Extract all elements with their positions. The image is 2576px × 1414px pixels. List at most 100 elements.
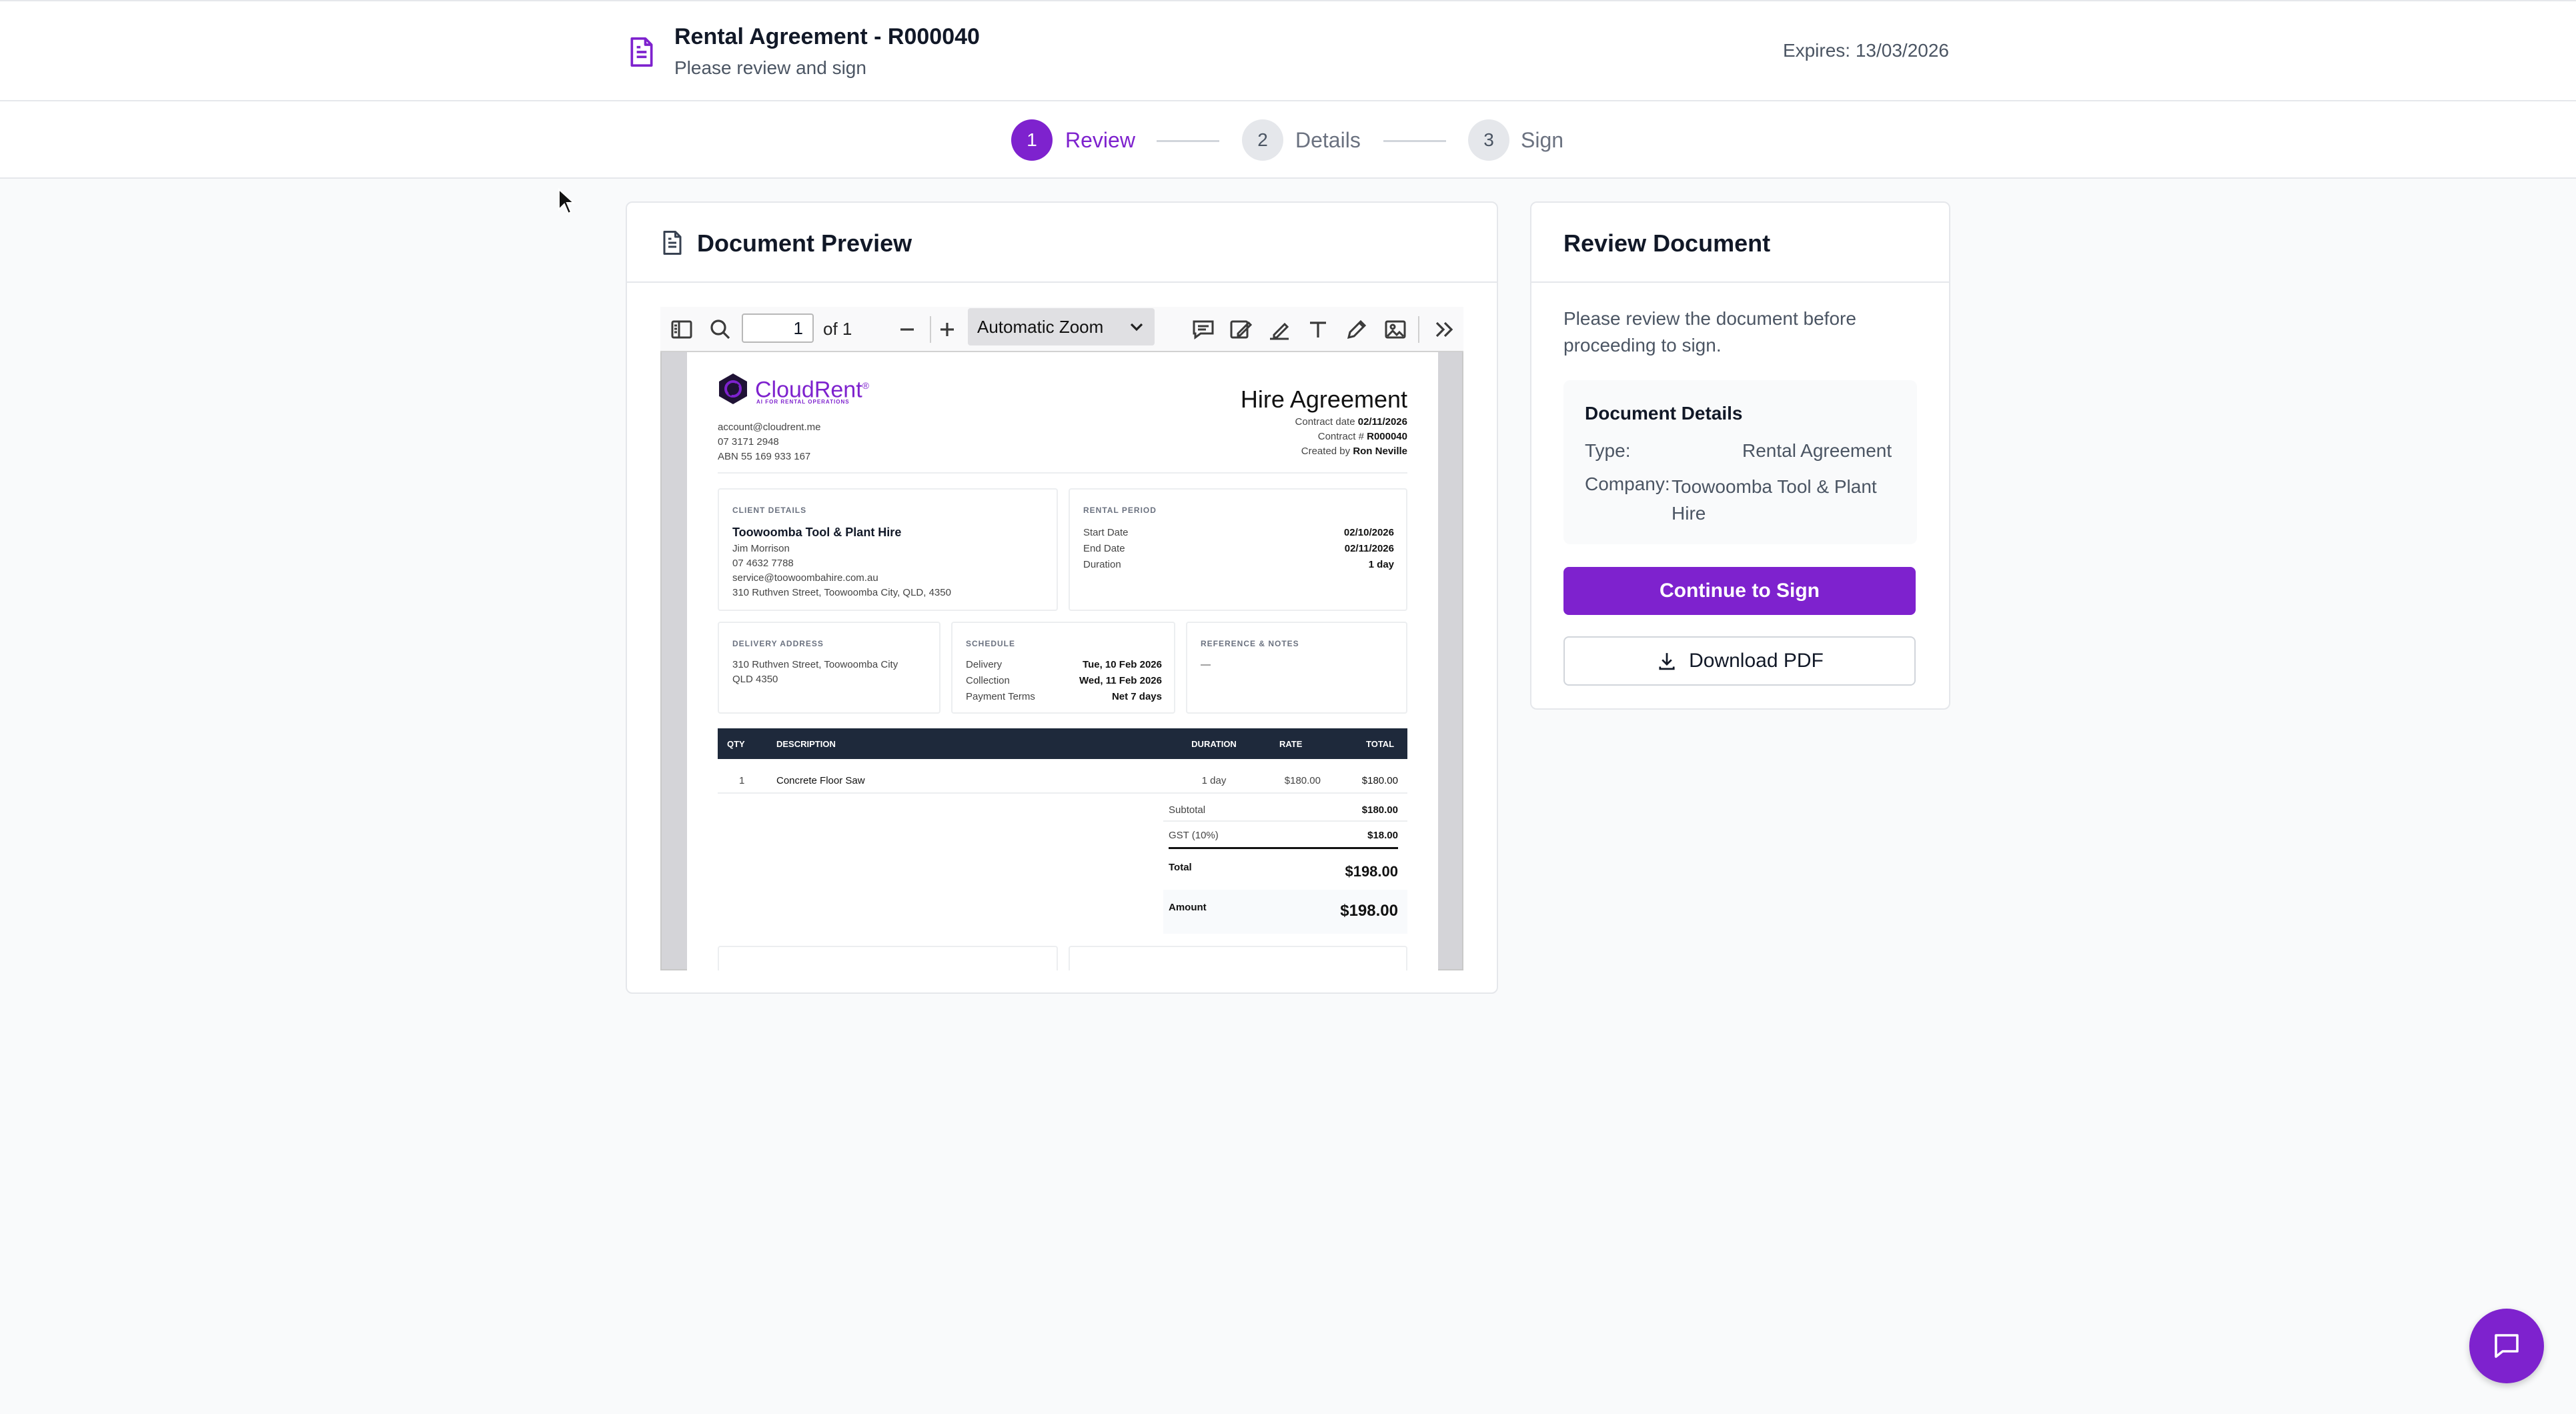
company-value: Toowoomba Tool & Plant Hire	[1672, 476, 1877, 524]
end-date-label: End Date	[1083, 543, 1125, 554]
signature-box	[718, 946, 1058, 970]
total: $198.00	[1345, 863, 1398, 880]
step-2-circle: 2	[1242, 119, 1283, 161]
draw-icon[interactable]	[1343, 316, 1370, 343]
duration: 1 day	[1368, 559, 1394, 570]
document-icon	[660, 229, 684, 256]
amount-label: Amount	[1169, 902, 1207, 913]
expiry-date: Expires: 13/03/2026	[1782, 40, 1949, 61]
delivery-address-line1: 310 Ruthven Street, Toowoomba City	[732, 659, 898, 670]
divider	[1169, 847, 1398, 849]
stepper	[0, 101, 2576, 179]
image-icon[interactable]	[1382, 316, 1409, 343]
col-qty: QTY	[727, 739, 745, 749]
delivery-address-label: DELIVERY ADDRESS	[732, 639, 824, 648]
mouse-cursor-icon	[558, 188, 575, 215]
delivery-address-line2: QLD 4350	[732, 674, 778, 685]
row-description: Concrete Floor Saw	[776, 775, 865, 786]
signature-box	[1069, 946, 1407, 970]
row-rate: $180.00	[1284, 775, 1321, 786]
payment-terms: Net 7 days	[1111, 691, 1162, 702]
step-1-circle: 1	[1011, 119, 1053, 161]
gst-label: GST (10%)	[1169, 830, 1219, 841]
download-pdf-button[interactable]: Download PDF	[1563, 636, 1916, 686]
cloudrent-logo-icon	[716, 372, 750, 406]
page-title: Rental Agreement - R000040	[674, 24, 980, 49]
gst: $18.00	[1367, 830, 1398, 841]
brand-name: CloudRent®	[755, 377, 869, 403]
step-1-label: Review	[1065, 128, 1135, 152]
divider	[718, 792, 1407, 794]
reference-notes-box	[1186, 622, 1407, 714]
app-header	[0, 0, 2576, 101]
step-connector	[1157, 140, 1219, 142]
page-count: of 1	[823, 319, 852, 339]
review-document-title: Review Document	[1563, 229, 1771, 257]
contract-date: Contract date 02/11/2026	[1295, 416, 1407, 428]
company-label: Company:	[1585, 474, 1670, 494]
duration-label: Duration	[1083, 559, 1121, 570]
row-total: $180.00	[1361, 775, 1398, 786]
col-total: TOTAL	[1366, 739, 1395, 749]
client-contact: Jim Morrison	[732, 543, 790, 554]
toolbar-divider	[930, 316, 931, 343]
zoom-select[interactable]: Automatic Zoom	[968, 308, 1155, 345]
row-duration: 1 day	[1201, 775, 1227, 786]
page-number-input[interactable]: 1	[742, 313, 814, 343]
document-icon	[627, 36, 656, 68]
payment-terms-label: Payment Terms	[966, 691, 1035, 702]
zoom-in-icon[interactable]	[934, 316, 960, 343]
subtotal: $180.00	[1361, 804, 1398, 816]
divider	[1163, 820, 1407, 822]
toolbar-divider	[1418, 316, 1419, 343]
double-chevron-right-icon[interactable]	[1430, 316, 1457, 343]
type-value: Rental Agreement	[1742, 440, 1892, 461]
chevron-down-icon	[1129, 320, 1145, 333]
contract-number: Contract # R000040	[1317, 431, 1407, 442]
signature-icon[interactable]	[1227, 316, 1254, 343]
start-date-label: Start Date	[1083, 527, 1129, 538]
total-label: Total	[1169, 862, 1192, 873]
text-icon[interactable]	[1305, 316, 1331, 343]
schedule-delivery-label: Delivery	[966, 659, 1003, 670]
client-name: Toowoomba Tool & Plant Hire	[732, 526, 902, 539]
company-email: account@cloudrent.me	[718, 422, 821, 433]
doc-heading: Hire Agreement	[1240, 386, 1407, 413]
step-3-circle: 3	[1468, 119, 1509, 161]
comment-icon[interactable]	[1190, 316, 1217, 343]
subtotal-label: Subtotal	[1169, 804, 1206, 816]
schedule-delivery: Tue, 10 Feb 2026	[1083, 659, 1162, 670]
schedule-label: SCHEDULE	[966, 639, 1016, 648]
document-details-title: Document Details	[1585, 403, 1743, 424]
start-date: 02/10/2026	[1343, 527, 1394, 538]
client-details-label: CLIENT DETAILS	[732, 506, 807, 515]
download-icon	[1656, 650, 1678, 672]
col-description: DESCRIPTION	[776, 739, 836, 749]
reference-notes-label: REFERENCE & NOTES	[1201, 639, 1299, 648]
continue-to-sign-button[interactable]: Continue to Sign	[1563, 567, 1916, 615]
chat-icon	[2491, 1330, 2523, 1362]
company-phone: 07 3171 2948	[718, 436, 779, 448]
client-phone: 07 4632 7788	[732, 558, 794, 569]
chat-button[interactable]	[2469, 1309, 2544, 1383]
client-address: 310 Ruthven Street, Toowoomba City, QLD,…	[732, 587, 951, 598]
created-by: Created by Ron Neville	[1301, 446, 1407, 457]
schedule-collection: Wed, 11 Feb 2026	[1079, 675, 1162, 686]
end-date: 02/11/2026	[1344, 543, 1394, 554]
download-pdf-label: Download PDF	[1689, 650, 1824, 672]
schedule-collection-label: Collection	[966, 675, 1010, 686]
type-label: Type:	[1585, 440, 1631, 461]
search-icon[interactable]	[707, 316, 734, 343]
client-email: service@toowoombahire.com.au	[732, 572, 878, 584]
page-subtitle: Please review and sign	[674, 57, 866, 78]
row-qty: 1	[739, 775, 745, 786]
zoom-out-icon[interactable]	[894, 316, 920, 343]
sidebar-toggle-icon[interactable]	[668, 316, 695, 343]
step-connector	[1383, 140, 1446, 142]
pdf-page: CloudRent® AI FOR RENTAL OPERATIONS acco…	[687, 352, 1438, 970]
highlight-icon[interactable]	[1266, 316, 1293, 343]
col-rate: RATE	[1279, 739, 1303, 749]
reference-notes-value: —	[1201, 659, 1211, 670]
step-2-label: Details	[1295, 128, 1361, 152]
document-preview-title: Document Preview	[697, 229, 912, 257]
